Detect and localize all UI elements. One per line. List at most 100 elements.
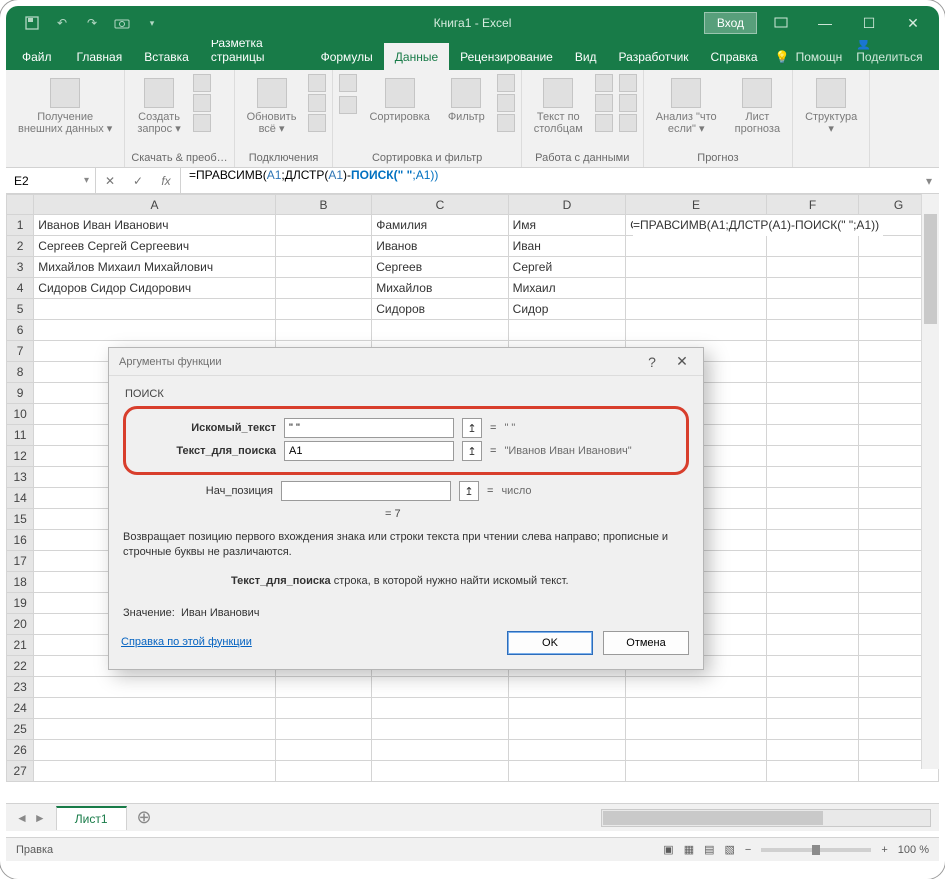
cell[interactable] [766, 656, 858, 677]
cell[interactable] [766, 572, 858, 593]
col-header[interactable]: D [508, 195, 626, 215]
cell[interactable] [626, 320, 767, 341]
col-header[interactable]: B [275, 195, 372, 215]
qat-more-icon[interactable]: ▾ [144, 15, 160, 31]
cell[interactable]: Михайлов Михаил Михайлович [34, 257, 275, 278]
dialog-help-icon[interactable]: ? [637, 354, 667, 370]
cell[interactable]: Сидоров [372, 299, 508, 320]
dialog-titlebar[interactable]: Аргументы функции ? ✕ [109, 348, 703, 376]
cell[interactable] [766, 719, 858, 740]
cell[interactable] [34, 320, 275, 341]
connections-icon[interactable] [308, 74, 326, 92]
cell[interactable] [372, 719, 508, 740]
range-picker-icon[interactable]: ↥ [462, 441, 482, 461]
tab-file[interactable]: Файл [8, 43, 66, 70]
row-header[interactable]: 2 [7, 236, 34, 257]
cell[interactable] [766, 635, 858, 656]
row-header[interactable]: 19 [7, 593, 34, 614]
record-macro-icon[interactable]: ▣ [663, 843, 673, 856]
cell[interactable]: Сергей [508, 257, 626, 278]
cell[interactable] [626, 299, 767, 320]
col-header[interactable]: C [372, 195, 508, 215]
cancel-button[interactable]: Отмена [603, 631, 689, 655]
cell[interactable] [766, 614, 858, 635]
normal-view-icon[interactable]: ▦ [684, 843, 694, 856]
advanced-filter-icon[interactable] [497, 114, 515, 132]
edit-links-icon[interactable] [308, 114, 326, 132]
row-header[interactable]: 10 [7, 404, 34, 425]
formula-input[interactable]: =ПРАВСИМВ(A1;ДЛСТР(A1)-ПОИСК(" ";A1)) [181, 168, 919, 193]
cell[interactable] [275, 698, 372, 719]
ok-button[interactable]: OK [507, 631, 593, 655]
row-header[interactable]: 23 [7, 677, 34, 698]
undo-icon[interactable]: ↶ [54, 15, 70, 31]
refresh-all-button[interactable]: Обновить всё ▾ [241, 74, 303, 139]
cell[interactable] [34, 761, 275, 782]
cell[interactable] [626, 719, 767, 740]
cell[interactable] [372, 740, 508, 761]
cell[interactable] [275, 677, 372, 698]
outline-button[interactable]: Структура ▾ [799, 74, 863, 139]
row-header[interactable]: 8 [7, 362, 34, 383]
row-header[interactable]: 9 [7, 383, 34, 404]
cell[interactable]: Имя [508, 215, 626, 236]
row-header[interactable]: 3 [7, 257, 34, 278]
page-layout-icon[interactable]: ▤ [704, 843, 714, 856]
cell[interactable] [275, 236, 372, 257]
cell[interactable]: Сергеев [372, 257, 508, 278]
cell[interactable] [372, 761, 508, 782]
zoom-value[interactable]: 100 % [898, 844, 929, 856]
sort-asc-icon[interactable] [339, 74, 357, 92]
cell[interactable]: Фамилия [372, 215, 508, 236]
cell[interactable] [626, 761, 767, 782]
cell[interactable] [275, 215, 372, 236]
sheet-tab[interactable]: Лист1 [56, 806, 127, 830]
cell[interactable]: Иванов Иван Иванович [34, 215, 275, 236]
row-header[interactable]: 21 [7, 635, 34, 656]
row-header[interactable]: 4 [7, 278, 34, 299]
maximize-icon[interactable]: ☐ [849, 7, 889, 39]
row-header[interactable]: 17 [7, 551, 34, 572]
cell[interactable] [766, 677, 858, 698]
tab-data[interactable]: Данные [384, 43, 449, 70]
cell[interactable] [766, 404, 858, 425]
cell[interactable] [34, 719, 275, 740]
arg3-input[interactable] [281, 481, 451, 501]
cell[interactable] [508, 677, 626, 698]
new-query-button[interactable]: Создать запрос ▾ [131, 74, 186, 139]
tab-home[interactable]: Главная [66, 43, 134, 70]
cell[interactable] [34, 299, 275, 320]
cell[interactable] [508, 761, 626, 782]
cell[interactable] [766, 467, 858, 488]
flash-fill-icon[interactable] [595, 74, 613, 92]
tab-view[interactable]: Вид [564, 43, 608, 70]
cell[interactable] [766, 383, 858, 404]
tab-next-icon[interactable]: ► [34, 811, 46, 825]
cell[interactable] [766, 362, 858, 383]
row-header[interactable]: 12 [7, 446, 34, 467]
tab-formulas[interactable]: Формулы [310, 43, 384, 70]
cell[interactable] [626, 698, 767, 719]
cell[interactable] [766, 488, 858, 509]
row-header[interactable]: 6 [7, 320, 34, 341]
login-button[interactable]: Вход [704, 12, 757, 34]
tab-developer[interactable]: Разработчик [608, 43, 700, 70]
text-to-columns-button[interactable]: Текст по столбцам [528, 74, 589, 139]
from-table-icon[interactable] [193, 94, 211, 112]
row-header[interactable]: 7 [7, 341, 34, 362]
recent-sources-icon[interactable] [193, 114, 211, 132]
row-header[interactable]: 24 [7, 698, 34, 719]
reapply-icon[interactable] [497, 94, 515, 112]
range-picker-icon[interactable]: ↥ [462, 418, 482, 438]
cell[interactable] [766, 341, 858, 362]
row-header[interactable]: 25 [7, 719, 34, 740]
camera-icon[interactable] [114, 15, 130, 31]
cell[interactable] [508, 719, 626, 740]
cell[interactable]: Иванов [372, 236, 508, 257]
cell[interactable] [372, 677, 508, 698]
fx-icon[interactable]: fx [152, 174, 180, 188]
scroll-thumb[interactable] [603, 811, 823, 825]
cell[interactable] [275, 320, 372, 341]
row-header[interactable]: 18 [7, 572, 34, 593]
col-header[interactable]: A [34, 195, 275, 215]
